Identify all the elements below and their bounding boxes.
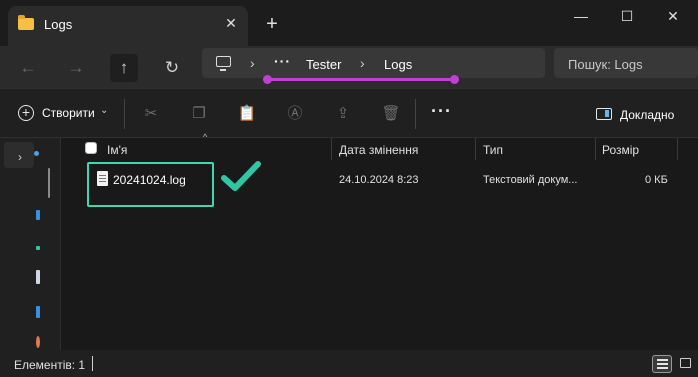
tab-title: Logs xyxy=(44,17,73,32)
status-divider xyxy=(92,356,93,371)
checkmark-icon xyxy=(221,161,261,191)
file-date: 24.10.2024 8:23 xyxy=(339,174,419,186)
column-divider[interactable] xyxy=(595,138,596,160)
column-header-type[interactable]: Тип xyxy=(483,143,503,165)
sidebar-item-selected[interactable]: › xyxy=(4,142,34,168)
close-tab-icon[interactable]: ✕ xyxy=(222,14,240,32)
column-header-size[interactable]: Розмір xyxy=(602,143,639,165)
navigation-pane: › xyxy=(0,138,60,350)
sidebar-item-icon[interactable] xyxy=(36,270,40,284)
chevron-right-icon[interactable]: › xyxy=(250,55,255,71)
search-placeholder: Пошук: Logs xyxy=(568,57,643,72)
forward-button[interactable]: → xyxy=(62,54,90,82)
plus-icon: + xyxy=(18,105,34,121)
more-options-button[interactable]: ··· xyxy=(431,101,452,122)
sort-indicator-icon: ^ xyxy=(203,132,208,142)
annotation-underline xyxy=(263,75,459,84)
file-size: 0 КБ xyxy=(645,174,668,186)
up-button[interactable]: ↑ xyxy=(110,54,138,82)
sidebar-scrollbar[interactable] xyxy=(48,168,50,198)
copy-icon[interactable]: ❐ xyxy=(189,104,209,124)
folder-icon xyxy=(18,15,34,30)
title-bar: Logs ✕ + — ☐ ✕ xyxy=(0,0,698,46)
rename-icon[interactable]: Ⓐ xyxy=(285,104,305,124)
sidebar-item-icon[interactable] xyxy=(36,246,40,250)
delete-icon[interactable]: 🗑 xyxy=(381,104,401,124)
select-all-checkbox[interactable] xyxy=(85,142,97,154)
details-view-button[interactable] xyxy=(652,355,672,373)
tab-logs[interactable]: Logs ✕ xyxy=(8,6,248,46)
breadcrumb-tester[interactable]: Tester xyxy=(306,57,341,72)
item-count: Елементів: 1 xyxy=(14,358,86,372)
maximize-button[interactable]: ☐ xyxy=(604,4,650,28)
breadcrumb-logs[interactable]: Logs xyxy=(384,57,412,72)
create-label: Створити xyxy=(42,106,95,120)
chevron-right-icon[interactable]: › xyxy=(18,150,22,164)
share-icon[interactable]: ⇪ xyxy=(333,104,353,124)
refresh-button[interactable]: ↻ xyxy=(158,54,186,82)
close-window-button[interactable]: ✕ xyxy=(650,4,696,28)
search-input[interactable]: Пошук: Logs xyxy=(554,48,698,78)
sidebar-item-icon[interactable] xyxy=(34,151,39,156)
computer-icon[interactable] xyxy=(216,56,231,71)
status-bar: Елементів: 1 xyxy=(0,350,698,377)
column-header-date[interactable]: Дата змінення xyxy=(339,143,418,165)
details-view-icon xyxy=(657,359,668,361)
toolbar-divider xyxy=(124,99,125,129)
command-bar: + Створити ⌄ ✂ ❐ 📋 Ⓐ ⇪ 🗑 ··· Докладно xyxy=(0,88,698,138)
toolbar-divider xyxy=(415,99,416,129)
annotation-highlight-box xyxy=(87,162,214,207)
tiles-view-icon xyxy=(680,358,691,368)
sidebar-item-icon[interactable] xyxy=(36,306,40,318)
tiles-view-button[interactable] xyxy=(676,355,696,373)
paste-icon[interactable]: 📋 xyxy=(237,104,257,124)
sidebar-item-icon[interactable] xyxy=(36,210,40,220)
chevron-right-icon[interactable]: › xyxy=(360,55,365,71)
minimize-button[interactable]: — xyxy=(558,4,604,28)
sidebar-item-icon[interactable] xyxy=(36,336,40,348)
file-type: Текстовий докум... xyxy=(483,174,578,186)
details-pane-icon xyxy=(596,108,612,120)
back-button[interactable]: ← xyxy=(14,54,42,82)
details-label: Докладно xyxy=(620,108,675,122)
column-divider[interactable] xyxy=(677,138,678,160)
cut-icon[interactable]: ✂ xyxy=(141,104,161,124)
address-bar[interactable]: › ··· Tester › Logs xyxy=(202,48,545,78)
chevron-down-icon: ⌄ xyxy=(100,105,109,116)
column-divider[interactable] xyxy=(331,138,332,160)
breadcrumb-overflow-button[interactable]: ··· xyxy=(274,53,291,69)
column-divider[interactable] xyxy=(475,138,476,160)
navigation-bar: ← → ↑ ↻ › ··· Tester › Logs Пошук: Logs xyxy=(0,46,698,88)
new-tab-button[interactable]: + xyxy=(262,14,282,34)
